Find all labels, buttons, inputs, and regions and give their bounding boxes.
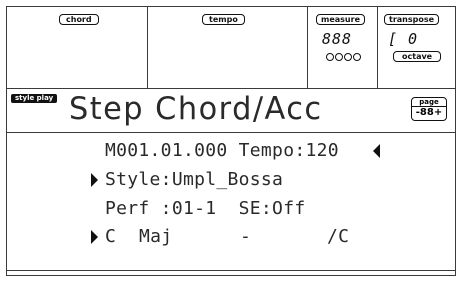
page-selector[interactable]: page -88+ <box>411 97 447 121</box>
octave-label: octave <box>393 51 442 62</box>
cursor-arrow-icon <box>91 173 98 187</box>
chord-root[interactable]: C <box>105 226 116 247</box>
header-bar: chord tempo measure 888 transpose [ 0 oc… <box>7 7 455 89</box>
page-title: Step Chord/Acc <box>69 91 323 127</box>
transpose-cell[interactable]: transpose [ 0 octave <box>378 7 457 88</box>
tempo-cell[interactable]: tempo <box>148 7 308 88</box>
mode-badge: style play <box>11 94 58 103</box>
page-label: page <box>412 98 446 107</box>
display-screen: chord tempo measure 888 transpose [ 0 oc… <box>6 6 456 276</box>
measure-cell[interactable]: measure 888 <box>308 7 378 88</box>
tempo-label: tempo <box>202 14 245 25</box>
cursor-arrow-icon <box>91 230 98 244</box>
title-bar: style play Step Chord/Acc page -88+ <box>7 88 455 133</box>
beat-dot <box>353 53 361 61</box>
transpose-value: [ 0 <box>388 30 419 48</box>
chord-dash: - <box>240 226 252 247</box>
measure-value: 888 <box>322 30 353 48</box>
bottom-divider <box>7 270 455 271</box>
position-tempo-line[interactable]: M001.01.000 Tempo:120 <box>105 140 339 161</box>
page-value: -88+ <box>415 107 443 118</box>
left-arrow-icon <box>373 144 380 158</box>
performance-line[interactable]: Perf :01-1 SE:Off <box>105 198 305 219</box>
chord-label: chord <box>59 14 99 25</box>
chord-cell[interactable]: chord <box>7 7 148 88</box>
transpose-label: transpose <box>384 14 440 25</box>
beat-dot <box>344 53 352 61</box>
beat-indicators <box>326 53 361 61</box>
beat-dot <box>326 53 334 61</box>
chord-type[interactable]: Maj <box>139 226 172 247</box>
measure-label: measure <box>316 14 365 25</box>
chord-bass[interactable]: /C <box>327 226 349 247</box>
style-line[interactable]: Style:Umpl_Bossa <box>105 169 283 190</box>
beat-dot <box>335 53 343 61</box>
